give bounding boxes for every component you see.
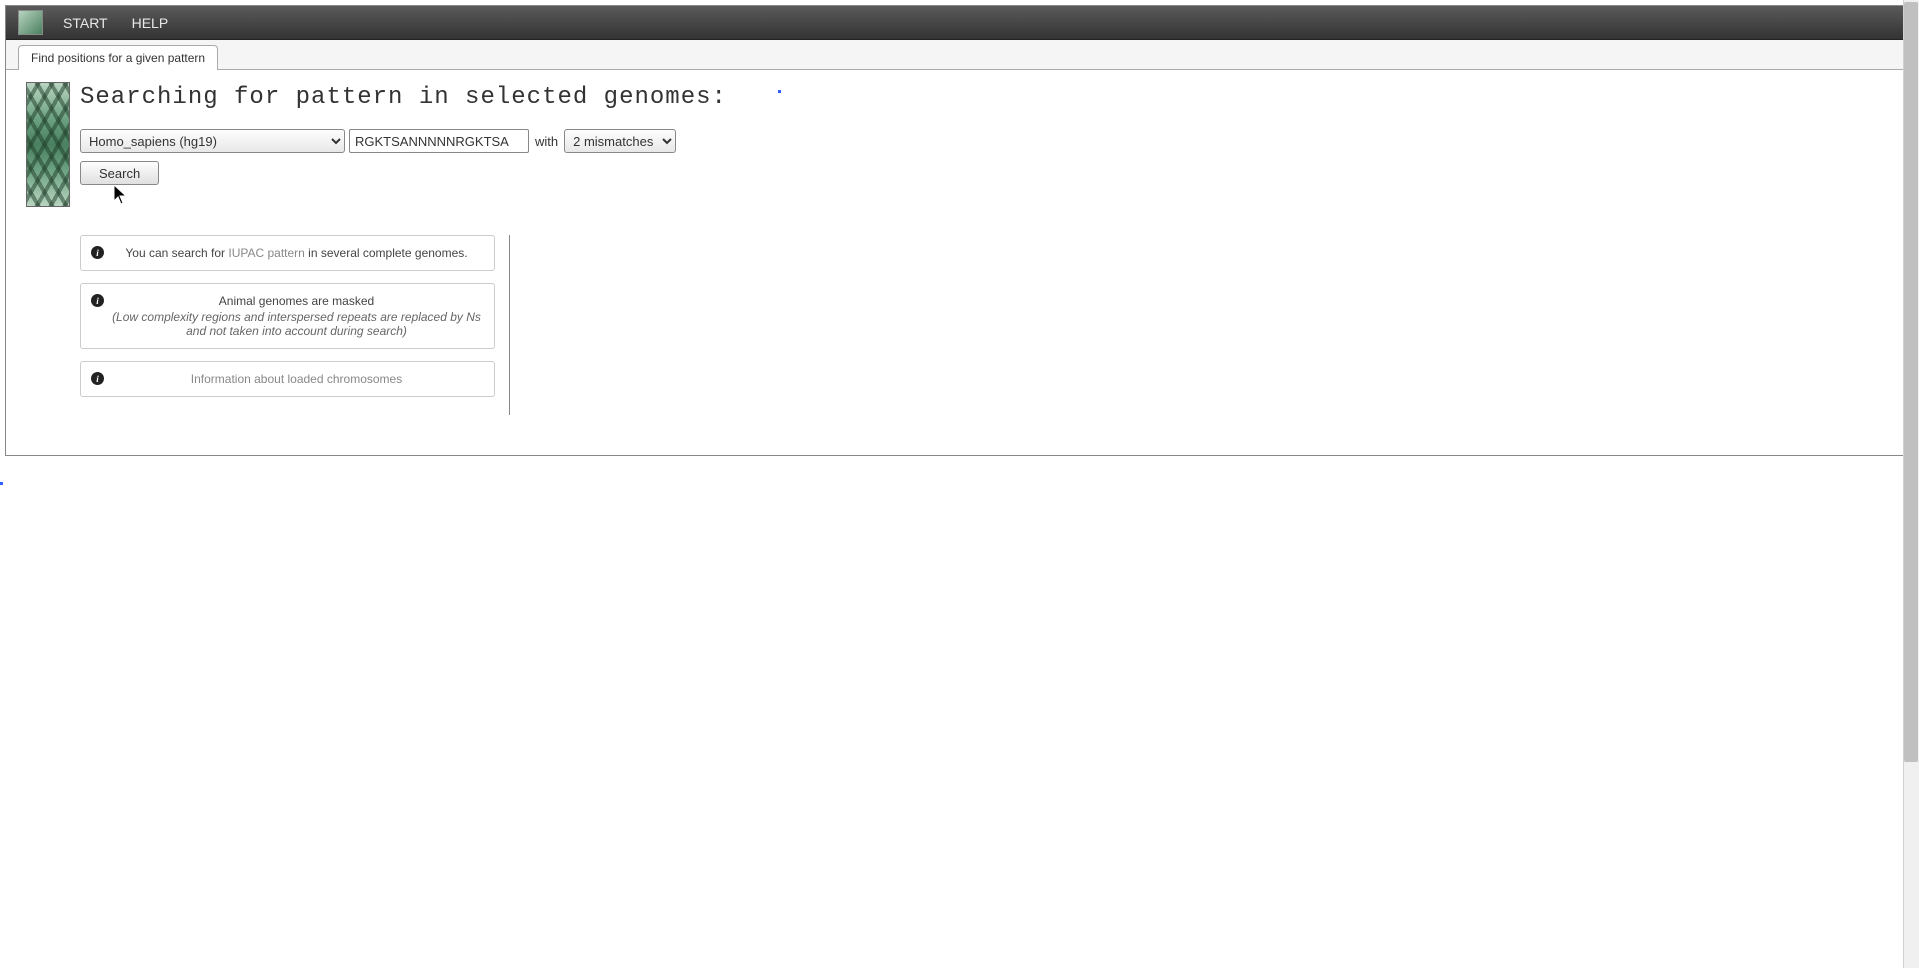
info-icon: i (91, 294, 104, 307)
with-label: with (533, 134, 560, 149)
info-text: You can search for (125, 246, 228, 260)
menu-start[interactable]: START (51, 7, 120, 39)
pattern-input[interactable] (349, 129, 529, 153)
info-box-iupac: i You can search for IUPAC pattern in se… (80, 235, 495, 271)
menu-help[interactable]: HELP (120, 7, 181, 39)
info-panel: i You can search for IUPAC pattern in se… (80, 235, 1893, 415)
marker-dot (0, 482, 3, 485)
info-icon: i (91, 372, 104, 385)
info-box-chromosomes: i Information about loaded chromosomes (80, 361, 495, 397)
content-area: Searching for pattern in selected genome… (6, 70, 1913, 455)
app-window: START HELP Find positions for a given pa… (5, 5, 1914, 456)
tab-find-positions[interactable]: Find positions for a given pattern (18, 45, 218, 70)
info-subtext: (Low complexity regions and interspersed… (111, 310, 482, 338)
dna-helix-icon (26, 82, 70, 207)
vertical-divider (509, 235, 510, 415)
search-button[interactable]: Search (80, 161, 159, 185)
scrollbar-thumb[interactable] (1904, 2, 1918, 762)
top-menu-bar: START HELP (6, 6, 1913, 40)
tab-bar: Find positions for a given pattern (6, 40, 1913, 70)
info-box-masked: i Animal genomes are masked (Low complex… (80, 283, 495, 349)
page-title: Searching for pattern in selected genome… (80, 84, 1893, 111)
chromosome-info-link[interactable]: Information about loaded chromosomes (191, 372, 402, 386)
iupac-pattern-link[interactable]: IUPAC pattern (228, 246, 304, 260)
info-title: Animal genomes are masked (111, 294, 482, 308)
marker-dot (778, 90, 781, 93)
vertical-scrollbar[interactable] (1903, 0, 1919, 968)
info-text: in several complete genomes. (305, 246, 468, 260)
genome-select[interactable]: Homo_sapiens (hg19) (80, 129, 345, 153)
app-logo-icon (18, 10, 43, 35)
mismatch-select[interactable]: 2 mismatches (564, 129, 676, 153)
info-icon: i (91, 246, 104, 259)
search-form-row: Homo_sapiens (hg19) with 2 mismatches (80, 129, 1893, 153)
